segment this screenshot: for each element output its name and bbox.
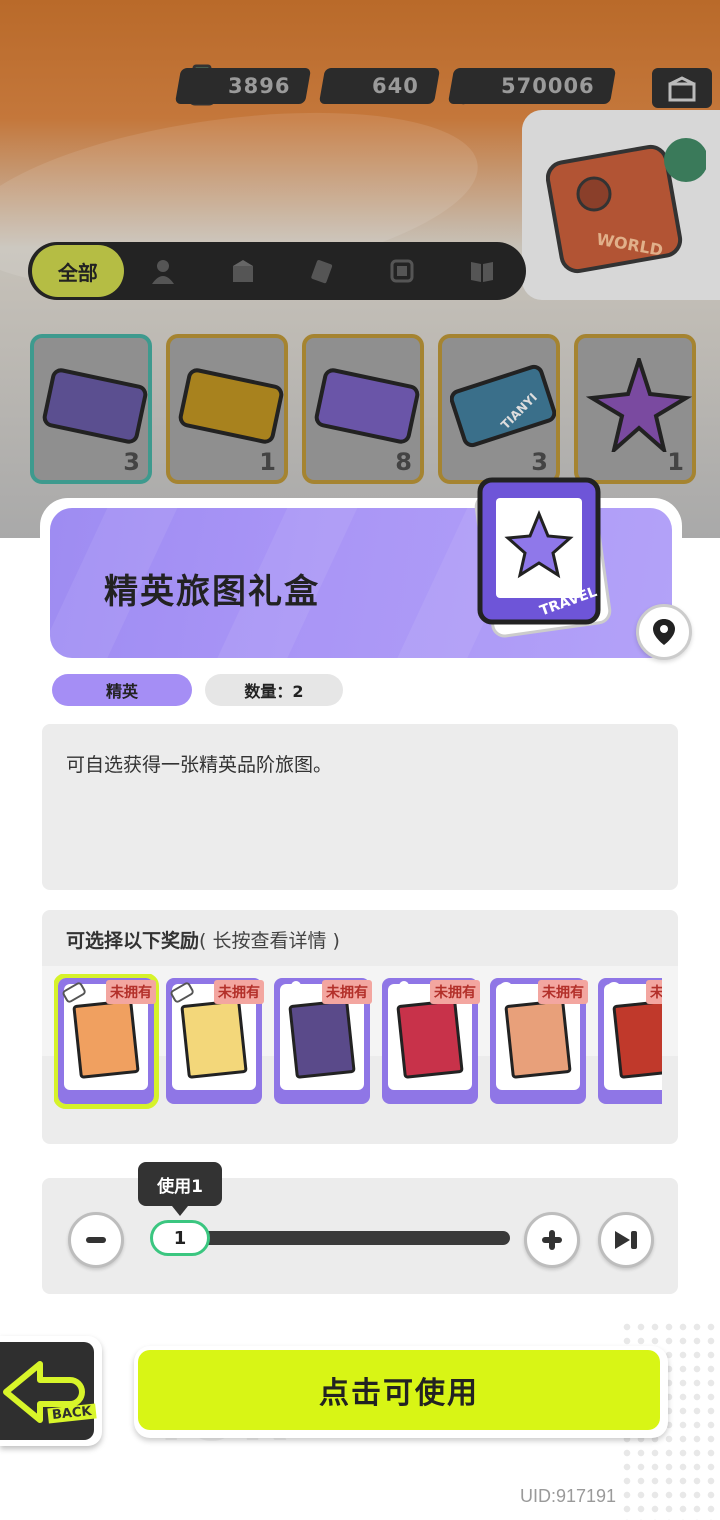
wrench-icon xyxy=(280,981,301,1002)
person-icon xyxy=(152,260,175,284)
max-button[interactable] xyxy=(598,1212,654,1268)
currency-diamond[interactable]: 640 xyxy=(319,64,441,108)
inventory-item[interactable]: 8 xyxy=(302,334,424,484)
book-icon xyxy=(471,262,494,282)
decrease-button[interactable] xyxy=(68,1212,124,1268)
back-button[interactable]: BACK xyxy=(0,1336,102,1446)
currency-value: 640 xyxy=(372,74,420,98)
back-arrow-icon xyxy=(3,1361,85,1423)
use-button[interactable]: 点击可使用 xyxy=(134,1346,668,1438)
item-count: 3 xyxy=(123,448,140,476)
tab-all-label: 全部 xyxy=(57,260,98,285)
box-icon xyxy=(233,260,254,282)
key-icon xyxy=(62,982,86,1003)
not-owned-badge: 未拥有 xyxy=(106,980,156,1004)
ticket-art-icon xyxy=(178,368,284,444)
tab-box[interactable] xyxy=(203,245,283,297)
not-owned-badge: 未拥有 xyxy=(322,980,372,1004)
wrench-icon xyxy=(388,981,409,1002)
item-count: 1 xyxy=(259,448,276,476)
item-name: 精英旅图礼盒 xyxy=(104,572,320,612)
reward-art xyxy=(396,999,464,1079)
minus-icon xyxy=(86,1237,106,1243)
rarity-tag: 精英 xyxy=(52,674,192,706)
reward-option[interactable]: 未拥有 xyxy=(54,974,159,1109)
background-inventory: 3896 640 570006 WORLD 全部 3 1 8 TIANYI 3 … xyxy=(0,0,720,538)
reward-option[interactable]: 未拥有 xyxy=(166,978,264,1104)
currency-bar: 3896 640 570006 xyxy=(174,64,617,108)
rewards-panel: 可选择以下奖励( 长按查看详情 ) 未拥有 未拥有 未拥有 未拥有 未拥有 未 xyxy=(42,910,678,1144)
ticket-icon xyxy=(311,260,332,284)
inventory-item[interactable]: TIANYI 3 xyxy=(438,334,560,484)
currency-spray[interactable]: 3896 xyxy=(174,64,312,108)
currency-value: 570006 xyxy=(501,74,595,98)
reward-option[interactable]: 未拥有 xyxy=(490,978,588,1104)
plus-icon xyxy=(542,1230,562,1250)
tab-card[interactable] xyxy=(363,245,443,297)
user-id: UID:917191 xyxy=(520,1486,617,1506)
use-button-label: 点击可使用 xyxy=(138,1350,660,1430)
reward-art xyxy=(504,999,572,1079)
inventory-item[interactable]: 3 xyxy=(30,334,152,484)
rewards-title: 可选择以下奖励( 长按查看详情 ) xyxy=(66,926,340,953)
world-passport-icon: WORLD xyxy=(546,138,706,274)
currency-value: 3896 xyxy=(228,74,291,98)
reward-option[interactable]: 未拥有 xyxy=(274,978,372,1104)
reward-option[interactable]: 未拥有 xyxy=(598,978,662,1104)
ticket-art-icon xyxy=(42,368,148,444)
quantity-slider-thumb[interactable]: 1 xyxy=(150,1220,210,1256)
not-owned-badge: 未拥有 xyxy=(430,980,480,1004)
rewards-hint: ( 长按查看详情 ) xyxy=(199,930,340,952)
tianyi-ticket-icon: TIANYI xyxy=(450,364,556,448)
tab-character[interactable] xyxy=(124,245,204,297)
increase-button[interactable] xyxy=(524,1212,580,1268)
reward-art xyxy=(180,999,248,1079)
rewards-title-text: 可选择以下奖励 xyxy=(66,930,200,952)
travel-card-icon: TRAVEL xyxy=(474,477,612,638)
reward-art xyxy=(612,999,662,1079)
reward-art xyxy=(72,999,140,1079)
quantity-tag: 数量：2 xyxy=(205,674,343,706)
featured-world-item[interactable]: WORLD xyxy=(522,110,720,300)
tab-all[interactable]: 全部 xyxy=(32,245,124,297)
reward-art xyxy=(288,999,356,1079)
slider-tooltip: 使用1 xyxy=(138,1162,222,1216)
tab-book[interactable] xyxy=(442,245,522,297)
item-count: 8 xyxy=(395,448,412,476)
star-shard-icon xyxy=(586,358,692,452)
pin-icon xyxy=(607,982,621,1003)
not-owned-badge: 未拥有 xyxy=(214,980,264,1004)
not-owned-badge: 未拥有 xyxy=(538,980,588,1004)
description-box: 可自选获得一张精英品阶旅图。 xyxy=(42,724,678,890)
ticket-art-icon xyxy=(314,368,420,444)
gift-box-icon[interactable] xyxy=(652,68,712,108)
inventory-item[interactable]: 1 xyxy=(574,334,696,484)
tab-ticket[interactable] xyxy=(283,245,363,297)
inventory-row: 3 1 8 TIANYI 3 1 xyxy=(30,334,696,484)
item-count: 1 xyxy=(667,448,684,476)
currency-cash[interactable]: 570006 xyxy=(448,64,617,108)
skip-to-max-icon xyxy=(615,1231,637,1249)
map-pin-icon xyxy=(653,619,675,645)
category-tabs: 全部 xyxy=(28,242,526,300)
rewards-list[interactable]: 未拥有 未拥有 未拥有 未拥有 未拥有 未拥有 xyxy=(54,974,662,1110)
reward-option[interactable]: 未拥有 xyxy=(382,978,480,1104)
key-icon xyxy=(170,982,194,1003)
pin-icon xyxy=(499,982,513,1003)
card-icon xyxy=(390,259,414,283)
item-count: 3 xyxy=(531,448,548,476)
location-button[interactable] xyxy=(636,604,692,660)
inventory-item[interactable]: 1 xyxy=(166,334,288,484)
item-description: 可自选获得一张精英品阶旅图。 xyxy=(66,754,333,776)
not-owned-badge: 未拥有 xyxy=(646,980,662,1004)
